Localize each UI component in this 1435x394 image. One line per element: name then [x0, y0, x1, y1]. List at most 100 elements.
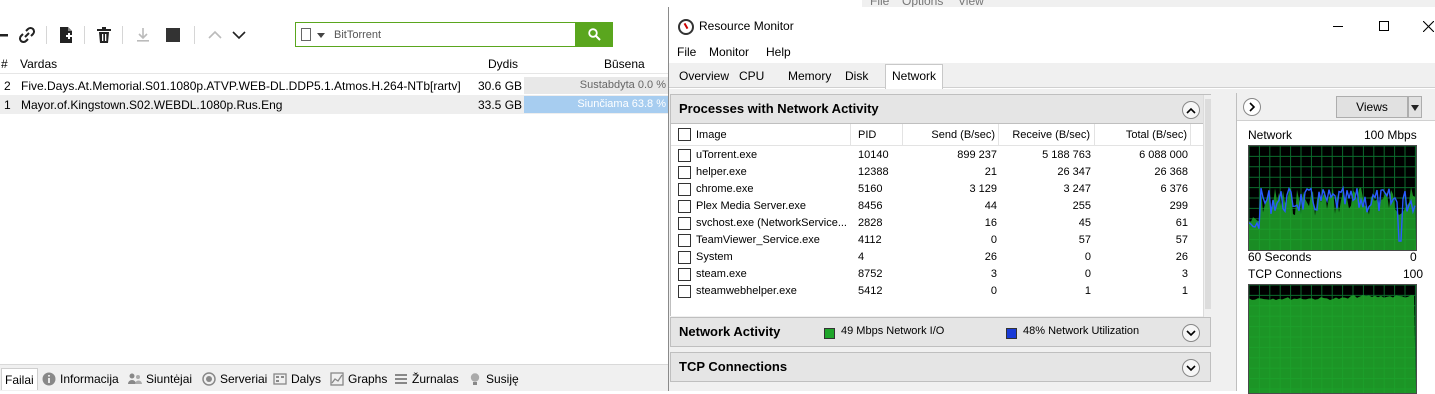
tcp-connections-panel-header[interactable]: TCP Connections	[670, 352, 1211, 382]
processes-panel-header[interactable]: Processes with Network Activity	[670, 94, 1211, 124]
menu-monitor[interactable]: Monitor	[709, 45, 749, 59]
expand-tcp-connections-button[interactable]	[1182, 359, 1200, 377]
tab-peers-label: Siuntėjai	[146, 372, 193, 386]
column-image[interactable]: Image	[671, 124, 851, 146]
chevron-up-icon	[1186, 107, 1196, 114]
process-image: helper.exe	[696, 166, 747, 178]
process-row[interactable]: TeamViewer_Service.exe 4112 0 57 57	[671, 232, 1204, 249]
tab-files[interactable]: Failai	[1, 368, 38, 390]
torrent-row[interactable]: 1 Mayor.of.Kingstown.S02.WEBDL.1080p.Rus…	[0, 95, 668, 114]
network-graph-plot	[1249, 146, 1416, 250]
up-icon[interactable]	[204, 24, 226, 46]
expand-network-activity-button[interactable]	[1182, 324, 1200, 342]
views-dropdown-button[interactable]	[1408, 96, 1422, 118]
maximize-button[interactable]	[1361, 13, 1407, 39]
column-name[interactable]: Vardas	[20, 57, 57, 71]
chevron-down-icon	[1186, 364, 1196, 371]
tab-cpu[interactable]: CPU	[733, 67, 770, 88]
torrent-num: 2	[4, 79, 11, 93]
column-size[interactable]: Dydis	[488, 57, 518, 71]
process-row[interactable]: helper.exe 12388 21 26 347 26 368	[671, 164, 1204, 181]
search-button[interactable]	[575, 22, 613, 47]
tab-overview[interactable]: Overview	[673, 67, 735, 88]
process-checkbox[interactable]	[678, 234, 691, 247]
tab-peers[interactable]: Siuntėjai	[128, 368, 192, 390]
processes-panel-title: Processes with Network Activity	[679, 101, 879, 116]
remove-icon[interactable]	[0, 24, 14, 46]
process-checkbox[interactable]	[678, 149, 691, 162]
process-image: uTorrent.exe	[696, 149, 758, 161]
chevron-down-icon[interactable]	[317, 33, 325, 38]
views-button[interactable]: Views	[1336, 96, 1408, 118]
column-status[interactable]: Būsena	[604, 57, 645, 71]
close-button[interactable]	[1405, 13, 1435, 39]
column-pid[interactable]: PID	[851, 124, 903, 146]
collapse-processes-button[interactable]	[1182, 101, 1200, 119]
process-receive: 255	[1072, 200, 1091, 212]
tab-graphs-label: Graphs	[348, 372, 388, 386]
process-checkbox[interactable]	[678, 217, 691, 230]
process-row[interactable]: uTorrent.exe 10140 899 237 5 188 763 6 088 0…	[671, 147, 1204, 164]
tab-network[interactable]: Network	[885, 64, 944, 89]
tab-disk[interactable]: Disk	[839, 67, 874, 88]
new-torrent-icon[interactable]	[55, 24, 77, 46]
tab-related[interactable]: Susiję	[468, 368, 519, 390]
process-total: 6 376	[1160, 183, 1188, 195]
tab-log[interactable]: Žurnalas	[394, 368, 459, 390]
process-checkbox[interactable]	[678, 200, 691, 213]
menu-bar: File Monitor Help	[669, 43, 1435, 63]
process-receive: 45	[1078, 217, 1091, 229]
minimize-button[interactable]	[1315, 13, 1361, 39]
process-checkbox[interactable]	[678, 183, 691, 196]
process-receive: 0	[1084, 251, 1091, 263]
link-icon[interactable]	[16, 24, 38, 46]
process-receive: 1	[1084, 285, 1091, 297]
process-checkbox[interactable]	[678, 285, 691, 298]
column-num[interactable]: #	[1, 57, 8, 71]
process-pid: 2828	[858, 217, 883, 229]
process-row[interactable]: steam.exe 8752 3 0 3	[671, 266, 1204, 283]
menu-file[interactable]: File	[677, 45, 696, 59]
process-pid: 4	[858, 251, 865, 263]
tab-pieces[interactable]: Dalys	[273, 368, 321, 390]
download-icon[interactable]	[132, 24, 154, 46]
search-icon	[587, 28, 601, 41]
column-receive[interactable]: Receive (B/sec)	[999, 124, 1095, 146]
torrent-row[interactable]: 2 Five.Days.At.Memorial.S01.1080p.ATVP.W…	[0, 76, 668, 95]
close-icon	[1422, 20, 1434, 32]
process-row[interactable]: chrome.exe 5160 3 129 3 247 6 376	[671, 181, 1204, 198]
process-checkbox[interactable]	[678, 166, 691, 179]
process-row[interactable]: System 4 26 0 26	[671, 249, 1204, 266]
stop-icon[interactable]	[162, 24, 184, 46]
process-send: 0	[990, 234, 997, 246]
chevron-right-icon	[1248, 102, 1255, 112]
column-send[interactable]: Send (B/sec)	[903, 124, 999, 146]
tab-pieces-label: Dalys	[291, 372, 322, 386]
tab-trackers[interactable]: Serveriai	[202, 368, 267, 390]
scrollbar-thumb[interactable]	[1205, 99, 1211, 309]
delete-icon[interactable]	[93, 24, 115, 46]
tab-info[interactable]: Informacija	[42, 368, 119, 390]
process-image: Plex Media Server.exe	[696, 200, 807, 212]
process-checkbox[interactable]	[678, 268, 691, 281]
process-table-scrollbar[interactable]	[1203, 95, 1212, 317]
network-activity-title: Network Activity	[679, 324, 781, 339]
menu-help[interactable]: Help	[766, 45, 791, 59]
collapse-sidebar-button[interactable]	[1243, 98, 1261, 116]
process-total: 1	[1181, 285, 1188, 297]
process-row[interactable]: steamwebhelper.exe 5412 0 1 1	[671, 283, 1204, 300]
down-icon[interactable]	[228, 24, 250, 46]
search-input[interactable]	[334, 26, 572, 43]
search-scope-icon[interactable]	[301, 28, 311, 41]
network-activity-panel-header[interactable]: Network Activity 49 Mbps Network I/O 48%…	[670, 317, 1211, 347]
process-row[interactable]: Plex Media Server.exe 8456 44 255 299	[671, 198, 1204, 215]
detail-tabs: Failai Informacija Siuntėjai Serveriai D…	[0, 364, 668, 391]
column-total[interactable]: Total (B/sec)	[1095, 124, 1191, 146]
process-checkbox[interactable]	[678, 251, 691, 264]
tab-graphs[interactable]: Graphs	[330, 368, 387, 390]
tab-memory[interactable]: Memory	[782, 67, 837, 88]
graph-sidebar: Views Network 100 Mbps 60 Seconds 0 TCP …	[1236, 93, 1435, 394]
process-row[interactable]: svchost.exe (NetworkService... 2828 16 45 61	[671, 215, 1204, 232]
process-total: 6 088 000	[1139, 149, 1188, 161]
tab-log-label: Žurnalas	[412, 372, 459, 386]
